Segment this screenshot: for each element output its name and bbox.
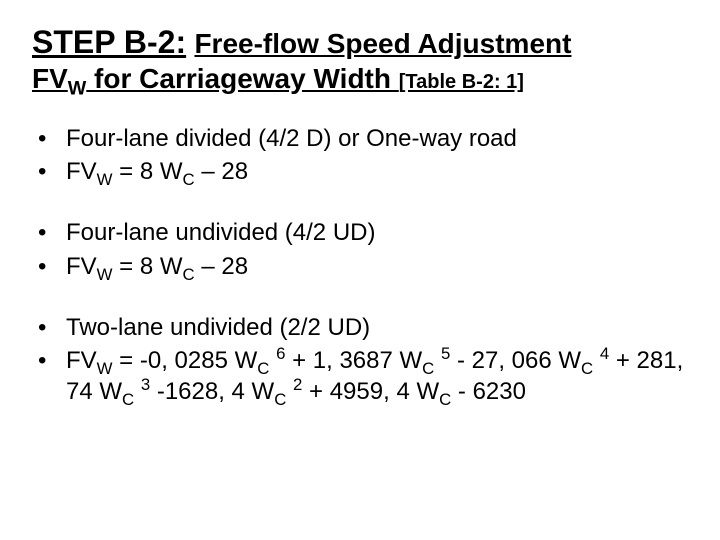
bullet-item: •FVW = 8 WC – 28	[32, 251, 688, 282]
title-fvw-prefix: FV	[32, 63, 68, 94]
bullet-group: •Two-lane undivided (2/2 UD)•FVW = -0, 0…	[32, 312, 688, 408]
bullet-marker: •	[32, 123, 66, 154]
title-rest: Free-flow Speed Adjustment	[194, 28, 571, 59]
title-step: STEP B-2:	[32, 24, 186, 60]
title-table-ref: [Table B-2: 1]	[399, 71, 524, 93]
bullet-item: •Four-lane divided (4/2 D) or One-way ro…	[32, 123, 688, 154]
slide: STEP B-2: Free-flow Speed Adjustment FVW…	[0, 0, 720, 540]
title-line-1: STEP B-2: Free-flow Speed Adjustment	[32, 24, 688, 62]
slide-title: STEP B-2: Free-flow Speed Adjustment FVW…	[32, 24, 688, 95]
title-mid: for Carriageway Width	[86, 63, 398, 94]
bullet-text: Two-lane undivided (2/2 UD)	[66, 312, 688, 343]
bullet-list: •Four-lane divided (4/2 D) or One-way ro…	[32, 123, 688, 407]
title-fvw-sub: W	[68, 77, 87, 99]
bullet-text: FVW = 8 WC – 28	[66, 251, 688, 282]
bullet-marker: •	[32, 251, 66, 282]
bullet-marker: •	[32, 345, 66, 376]
bullet-text: Four-lane divided (4/2 D) or One-way roa…	[66, 123, 688, 154]
title-line-2: FVW for Carriageway Width [Table B-2: 1]	[32, 62, 688, 96]
bullet-group: •Four-lane divided (4/2 D) or One-way ro…	[32, 123, 688, 187]
bullet-text: FVW = -0, 0285 WC 6 + 1, 3687 WC 5 - 27,…	[66, 345, 688, 407]
bullet-item: •FVW = -0, 0285 WC 6 + 1, 3687 WC 5 - 27…	[32, 345, 688, 407]
bullet-item: •Two-lane undivided (2/2 UD)	[32, 312, 688, 343]
bullet-marker: •	[32, 312, 66, 343]
bullet-text: FVW = 8 WC – 28	[66, 156, 688, 187]
bullet-group: •Four-lane undivided (4/2 UD)•FVW = 8 WC…	[32, 217, 688, 281]
bullet-item: •Four-lane undivided (4/2 UD)	[32, 217, 688, 248]
bullet-item: •FVW = 8 WC – 28	[32, 156, 688, 187]
bullet-marker: •	[32, 156, 66, 187]
bullet-marker: •	[32, 217, 66, 248]
bullet-text: Four-lane undivided (4/2 UD)	[66, 217, 688, 248]
